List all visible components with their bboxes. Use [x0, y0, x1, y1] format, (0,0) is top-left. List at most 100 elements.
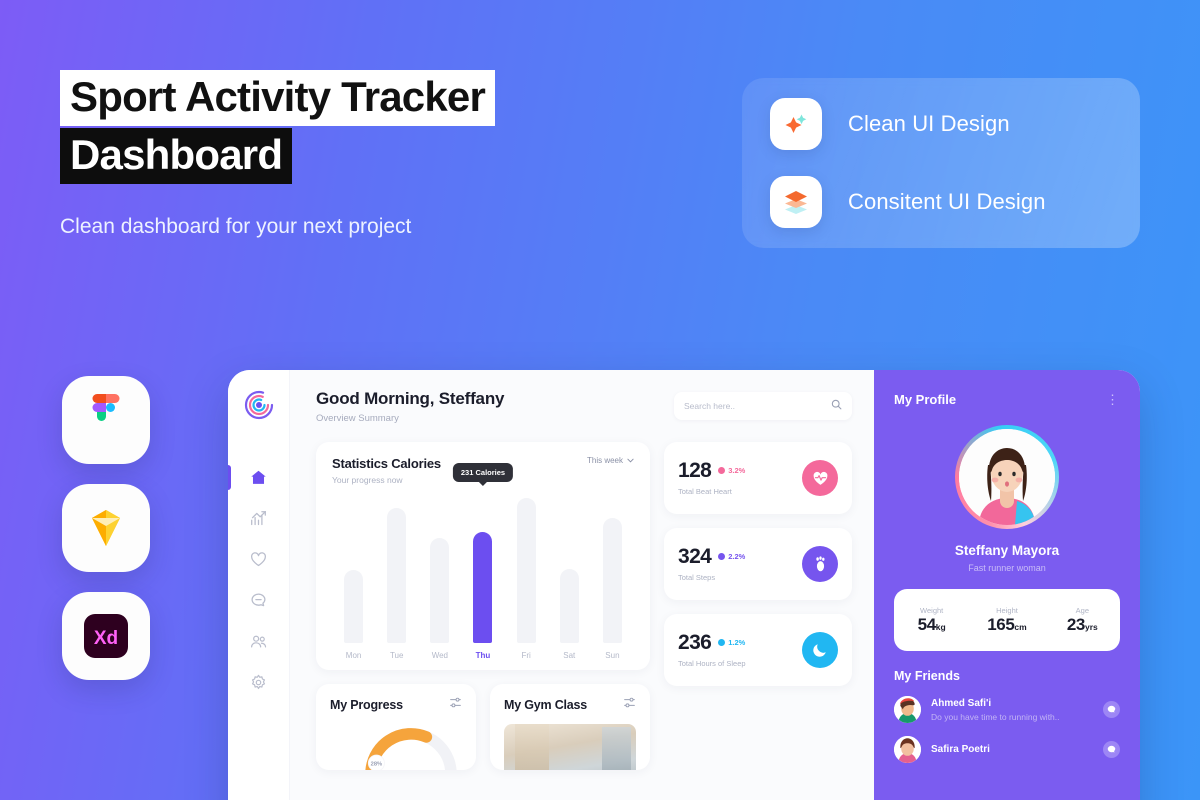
stat-caption: Total Beat Heart: [678, 487, 732, 496]
hero-title-line1: Sport Activity Tracker: [60, 70, 496, 126]
kebab-menu-icon[interactable]: ⋮: [1106, 393, 1120, 406]
stat-card[interactable]: 236 1.2% Total Hours of Sleep: [664, 614, 852, 686]
bar-column[interactable]: Tue: [375, 491, 418, 660]
progress-donut: 28%: [330, 720, 462, 770]
friends-list: Ahmed Safi'i Do you have time to running …: [894, 683, 1120, 763]
stat-text: 236 1.2% Total Hours of Sleep: [678, 632, 746, 668]
stat-percent: 2.2%: [718, 552, 745, 561]
bar-label: Thu: [475, 651, 491, 660]
chat-bubble-icon[interactable]: [1103, 741, 1120, 758]
profile-header: My Profile ⋮: [894, 392, 1120, 407]
metric-key: Age: [1075, 605, 1089, 615]
bar[interactable]: [473, 532, 493, 643]
bar-label: Tue: [389, 651, 404, 660]
bar[interactable]: [344, 570, 364, 643]
metric-value: 165: [987, 614, 1015, 634]
profile-role: Fast runner woman: [968, 563, 1046, 573]
sidebar-item-favorites[interactable]: [228, 539, 290, 580]
profile-metric: Age 23yrs: [1045, 606, 1120, 635]
stat-value: 128: [678, 459, 712, 482]
friend-text: Safira Poetri: [931, 744, 990, 755]
bar-column[interactable]: Fri: [505, 491, 548, 660]
my-gym-class-header: My Gym Class: [504, 696, 636, 714]
chart-range-label: This week: [586, 456, 623, 465]
percent-dot-icon: [718, 639, 726, 646]
sidebar-item-community[interactable]: [228, 621, 290, 662]
stat-card-column: 128 3.2% Total Beat Heart 324 2.2% Total Step…: [664, 442, 852, 800]
stat-value-row: 128 3.2%: [678, 460, 745, 481]
friend-row[interactable]: Ahmed Safi'i Do you have time to running …: [894, 696, 1120, 723]
hero-subtitle: Clean dashboard for your next project: [60, 215, 412, 238]
bar-column[interactable]: Wed: [418, 491, 461, 660]
bar[interactable]: [430, 538, 450, 643]
stat-value: 324: [678, 545, 712, 568]
percent-dot-icon: [718, 467, 726, 474]
stat-text: 128 3.2% Total Beat Heart: [678, 460, 745, 496]
search-input[interactable]: Search here..: [674, 392, 852, 420]
tool-badges: Xd: [62, 376, 150, 680]
friend-avatar: [894, 696, 921, 723]
friend-row[interactable]: Safira Poetri: [894, 736, 1120, 763]
metric-unit: yrs: [1084, 621, 1098, 632]
stat-text: 324 2.2% Total Steps: [678, 546, 745, 582]
chat-bubble-icon[interactable]: [1103, 701, 1120, 718]
statistics-calories-card: Statistics Calories Your progress now Th…: [316, 442, 650, 670]
feature-label: Clean UI Design: [848, 111, 1010, 136]
metric-unit: cm: [1014, 621, 1027, 632]
bar-label: Wed: [431, 651, 448, 660]
friend-text: Ahmed Safi'i Do you have time to running …: [931, 698, 1060, 722]
hero-section: Sport Activity Tracker Dashboard Clean d…: [60, 70, 680, 242]
sidebar-item-settings[interactable]: [228, 662, 290, 703]
bar-wrap: [332, 491, 375, 643]
bar[interactable]: [559, 568, 579, 643]
my-progress-header: My Progress: [330, 696, 462, 714]
bar[interactable]: [602, 518, 622, 643]
bar-column[interactable]: Sat: [548, 491, 591, 660]
stat-value-row: 236 1.2%: [678, 632, 746, 653]
stat-card[interactable]: 128 3.2% Total Beat Heart: [664, 442, 852, 514]
profile-title: My Profile: [894, 392, 957, 407]
bar-column[interactable]: Mon: [332, 491, 375, 660]
chevron-down-icon: [627, 456, 634, 465]
feature-label: Consitent UI Design: [848, 189, 1046, 214]
bar-wrap: [505, 491, 548, 643]
sliders-icon[interactable]: [623, 696, 636, 714]
bar-column[interactable]: 231 Calories Thu: [452, 463, 514, 660]
stat-caption: Total Steps: [678, 573, 716, 582]
progress-percent-label: 28%: [371, 761, 383, 767]
avatar-image: [959, 429, 1055, 525]
greeting-block: Good Morning, Steffany Overview Summary: [316, 389, 504, 424]
sketch-badge: [62, 484, 150, 572]
calories-bar-chart: Mon Tue Wed 231 Calories Thu Fri Sat Sun: [332, 463, 634, 660]
friend-message: Do you have time to running with..: [931, 711, 1060, 722]
layers-icon: [770, 176, 822, 228]
bar-wrap: 231 Calories: [452, 463, 514, 643]
bar[interactable]: [387, 507, 407, 643]
sidebar-item-home[interactable]: [228, 457, 290, 498]
bar-label: Fri: [521, 651, 531, 660]
sidebar-item-messages[interactable]: [228, 580, 290, 621]
avatar: [955, 425, 1059, 529]
sidebar-item-statistics[interactable]: [228, 498, 290, 539]
sidebar-rail: [228, 370, 290, 800]
bar-label: Mon: [345, 651, 362, 660]
sliders-icon[interactable]: [449, 696, 462, 714]
stat-caption: Total Hours of Sleep: [678, 659, 746, 668]
hero-title-line2: Dashboard: [60, 128, 293, 184]
footprint-icon: [802, 546, 838, 582]
bar[interactable]: [516, 497, 536, 643]
stat-percent: 3.2%: [718, 466, 745, 475]
my-progress-card: My Progress 28%: [316, 684, 476, 770]
bottom-card-row: My Progress 28% My Gym Class: [316, 684, 650, 770]
bar-label: Sun: [605, 651, 620, 660]
figma-badge: [62, 376, 150, 464]
dashboard-window: Good Morning, Steffany Overview Summary …: [228, 370, 1140, 800]
bar-column[interactable]: Sun: [591, 491, 634, 660]
my-gym-class-card: My Gym Class: [490, 684, 650, 770]
search-icon[interactable]: [831, 397, 842, 415]
chart-range-dropdown[interactable]: This week: [587, 456, 634, 465]
moon-icon: [802, 632, 838, 668]
stat-card[interactable]: 324 2.2% Total Steps: [664, 528, 852, 600]
profile-metric: Weight 54kg: [894, 606, 969, 635]
metric-key: Height: [996, 605, 1018, 615]
